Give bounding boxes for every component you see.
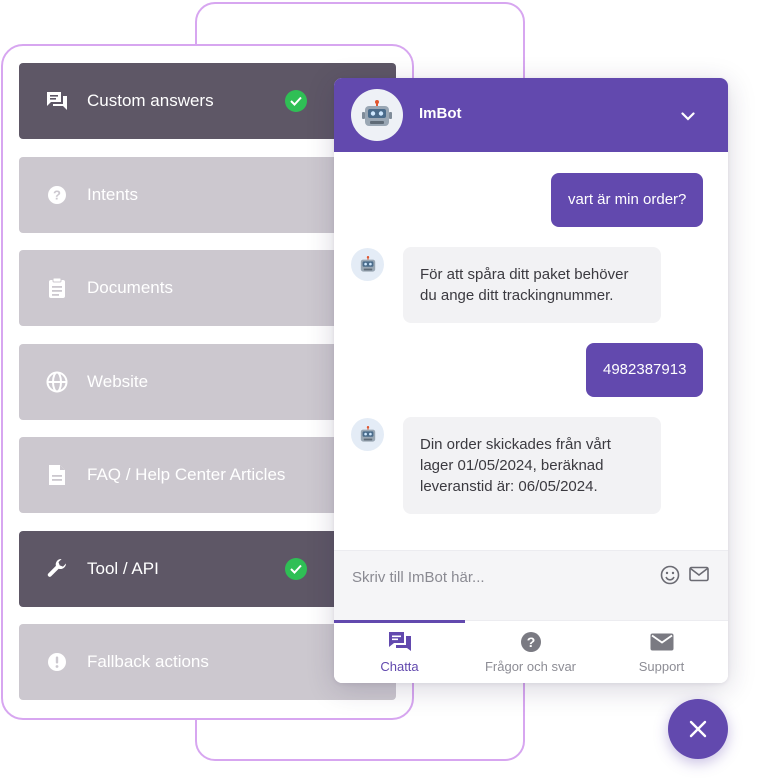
robot-icon (362, 100, 392, 126)
close-chat-button[interactable] (668, 699, 728, 759)
chat-bubbles-icon (43, 87, 71, 115)
message-line: För att spåra ditt paket behöver (420, 266, 629, 283)
tab-label: Support (638, 659, 685, 674)
source-label: Fallback actions (87, 652, 209, 671)
bot-name: ImBot (419, 105, 462, 122)
message-text: vart är min order? (568, 191, 687, 208)
mail-icon[interactable] (689, 566, 709, 587)
document-icon (43, 461, 71, 489)
globe-icon (43, 368, 71, 396)
chat-header: ImBot (334, 78, 728, 152)
user-message: vart är min order? (551, 173, 704, 227)
source-label: Intents (87, 184, 139, 204)
tab-label: Chatta (380, 659, 419, 674)
tab-support[interactable]: Support (596, 621, 727, 683)
message-text: 4982387913 (603, 361, 687, 378)
collapse-button[interactable] (676, 104, 700, 128)
exclamation-circle-icon (43, 648, 71, 676)
question-circle-icon: ? (43, 181, 71, 209)
chevron-down-icon (681, 111, 695, 121)
question-circle-icon: ? (520, 630, 542, 654)
bot-avatar-small (351, 418, 384, 451)
svg-text:?: ? (526, 634, 535, 650)
message-line: du ange ditt trackingnummer. (420, 287, 614, 304)
chat-widget: ImBot vart är min order? För att spåra d… (334, 78, 728, 683)
svg-text:?: ? (53, 187, 61, 202)
wrench-icon (43, 555, 71, 583)
tab-chatta[interactable]: Chatta (334, 620, 465, 683)
source-label: Tool / API (87, 558, 159, 578)
source-label: FAQ / Help Center Articles (87, 465, 286, 484)
message-line: leveranstid är: 06/05/2024. (420, 478, 598, 495)
message-input[interactable] (350, 565, 644, 589)
message-composer (334, 550, 728, 620)
tab-fragor-och-svar[interactable]: ? Frågor och svar (465, 621, 596, 683)
robot-icon (360, 425, 375, 442)
bot-avatar (351, 89, 403, 141)
message-line: lager 01/05/2024, beräknad (420, 457, 604, 474)
check-icon (285, 557, 307, 580)
robot-icon (360, 255, 375, 272)
source-label: Website (87, 371, 149, 391)
check-icon (285, 90, 307, 112)
emoji-icon[interactable] (660, 565, 680, 590)
chat-icon (388, 630, 412, 654)
clipboard-icon (43, 274, 71, 302)
bot-message: För att spåra ditt paket behöver du ange… (403, 247, 661, 323)
close-icon (689, 720, 707, 738)
tab-label: Frågor och svar (484, 659, 577, 674)
mail-icon (650, 630, 674, 654)
bot-message: Din order skickades från vårt lager 01/0… (403, 417, 661, 514)
chat-tabs: Chatta ? Frågor och svar Support (334, 620, 728, 683)
bot-avatar-small (351, 248, 384, 281)
user-message: 4982387913 (586, 343, 704, 397)
source-label: Custom answers (87, 91, 214, 110)
message-line: Din order skickades från vårt (420, 436, 611, 453)
source-label: Documents (87, 278, 173, 297)
active-tab-indicator (334, 620, 465, 623)
